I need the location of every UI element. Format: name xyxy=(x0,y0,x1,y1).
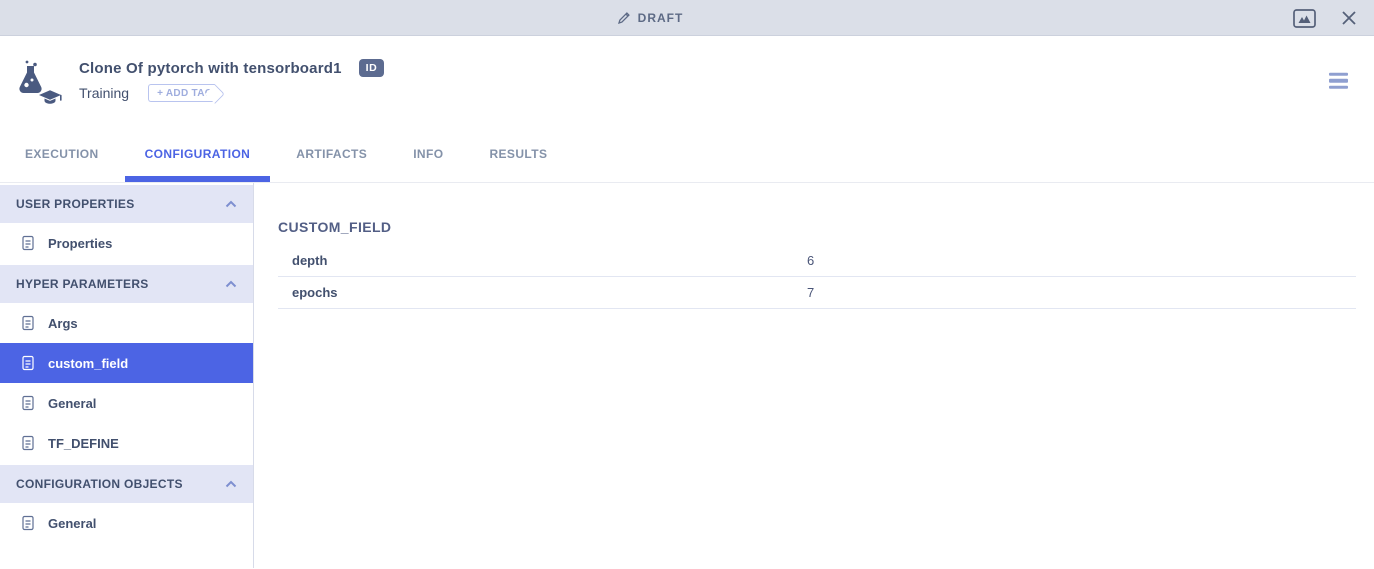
document-icon xyxy=(20,395,36,411)
experiment-header: Clone Of pytorch with tensorboard1 ID Tr… xyxy=(0,36,1374,125)
title-row: Clone Of pytorch with tensorboard1 ID xyxy=(79,59,384,77)
param-value: 6 xyxy=(807,253,814,268)
tab-execution[interactable]: EXECUTION xyxy=(5,125,119,182)
sidebar-item-properties[interactable]: Properties xyxy=(0,223,253,263)
section-title: HYPER PARAMETERS xyxy=(16,277,149,291)
chevron-up-icon xyxy=(225,480,237,488)
parameters-section-title: CUSTOM_FIELD xyxy=(278,219,1356,235)
id-badge[interactable]: ID xyxy=(359,59,385,77)
tab-bar: EXECUTION CONFIGURATION ARTIFACTS INFO R… xyxy=(0,125,1374,183)
sidebar-item-custom-field[interactable]: custom_field xyxy=(0,343,253,383)
tab-info[interactable]: INFO xyxy=(393,125,463,182)
document-icon xyxy=(20,235,36,251)
flask-and-graduation-cap-icon xyxy=(14,58,62,104)
parameters-panel: CUSTOM_FIELD depth 6 epochs 7 xyxy=(254,183,1374,568)
plots-image-icon xyxy=(1293,9,1316,28)
header-menu-button[interactable] xyxy=(1329,69,1348,92)
table-row: epochs 7 xyxy=(278,277,1356,309)
document-icon xyxy=(20,435,36,451)
header-text: Clone Of pytorch with tensorboard1 ID Tr… xyxy=(79,59,384,102)
tab-configuration[interactable]: CONFIGURATION xyxy=(125,125,271,182)
param-key: epochs xyxy=(292,285,807,300)
training-task-logo xyxy=(14,58,62,104)
chevron-up-icon xyxy=(225,200,237,208)
configuration-content: USER PROPERTIES Properties HYPER PARAMET… xyxy=(0,183,1374,568)
document-icon xyxy=(20,355,36,371)
tab-results[interactable]: RESULTS xyxy=(469,125,567,182)
add-tag-label: + ADD TAG xyxy=(157,88,213,99)
pencil-icon xyxy=(617,11,631,25)
param-key: depth xyxy=(292,253,807,268)
document-icon xyxy=(20,515,36,531)
experiment-title: Clone Of pytorch with tensorboard1 xyxy=(79,60,342,77)
section-hyper-parameters[interactable]: HYPER PARAMETERS xyxy=(0,265,253,303)
plots-image-button[interactable] xyxy=(1293,9,1316,28)
sidebar-item-label: General xyxy=(48,396,96,411)
param-value: 7 xyxy=(807,285,814,300)
experiment-status: Training xyxy=(79,85,129,101)
top-bar-actions xyxy=(1293,0,1358,36)
sidebar-item-label: General xyxy=(48,516,96,531)
add-tag-button[interactable]: + ADD TAG xyxy=(148,84,215,102)
sidebar-item-general-hyper[interactable]: General xyxy=(0,383,253,423)
subtitle-row: Training + ADD TAG xyxy=(79,84,384,102)
experiment-panel: DRAFT xyxy=(0,0,1374,569)
section-configuration-objects[interactable]: CONFIGURATION OBJECTS xyxy=(0,465,253,503)
section-title: CONFIGURATION OBJECTS xyxy=(16,477,183,491)
tab-artifacts[interactable]: ARTIFACTS xyxy=(276,125,387,182)
hamburger-menu-icon xyxy=(1329,72,1348,76)
sidebar-item-general-config[interactable]: General xyxy=(0,503,253,543)
table-row: depth 6 xyxy=(278,245,1356,277)
sidebar-item-label: TF_DEFINE xyxy=(48,436,119,451)
section-user-properties[interactable]: USER PROPERTIES xyxy=(0,185,253,223)
status-label: DRAFT xyxy=(638,11,684,25)
status-chip: DRAFT xyxy=(617,11,684,25)
chevron-up-icon xyxy=(225,280,237,288)
sidebar-item-label: Args xyxy=(48,316,78,331)
sidebar-item-label: custom_field xyxy=(48,356,128,371)
configuration-sidebar: USER PROPERTIES Properties HYPER PARAMET… xyxy=(0,183,254,568)
close-icon xyxy=(1340,9,1358,27)
sidebar-item-args[interactable]: Args xyxy=(0,303,253,343)
sidebar-item-tf-define[interactable]: TF_DEFINE xyxy=(0,423,253,463)
top-bar: DRAFT xyxy=(0,0,1374,36)
close-button[interactable] xyxy=(1340,9,1358,27)
section-title: USER PROPERTIES xyxy=(16,197,135,211)
document-icon xyxy=(20,315,36,331)
sidebar-item-label: Properties xyxy=(48,236,112,251)
parameters-table: depth 6 epochs 7 xyxy=(278,245,1356,309)
